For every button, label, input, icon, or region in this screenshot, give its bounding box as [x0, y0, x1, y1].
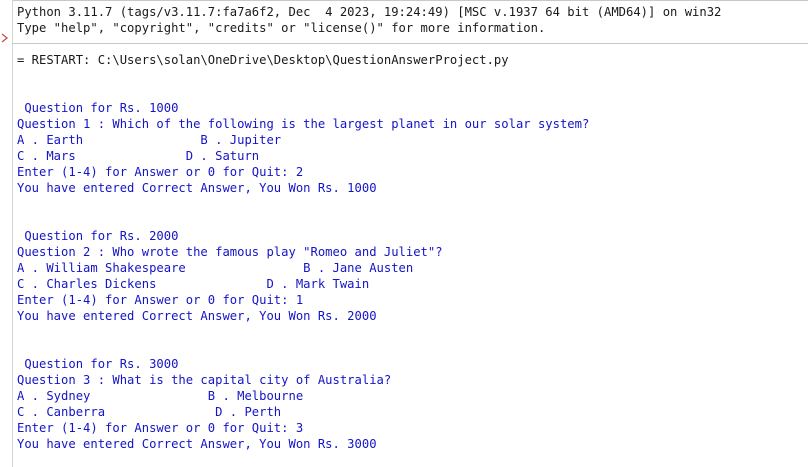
banner-line: Type "help", "copyright", "credits" or "…: [17, 21, 546, 35]
options-row: C . Mars D . Saturn: [17, 149, 260, 163]
question-heading: Question for Rs. 1000: [17, 101, 179, 115]
result-line: You have entered Correct Answer, You Won…: [17, 309, 377, 323]
result-line: You have entered Correct Answer, You Won…: [17, 437, 377, 451]
answer-prompt: Enter (1-4) for Answer or 0 for Quit: 2: [17, 165, 304, 179]
options-row: C . Canberra D . Perth: [17, 405, 282, 419]
banner-line: Python 3.11.7 (tags/v3.11.7:fa7a6f2, Dec…: [17, 5, 722, 19]
options-row: A . Sydney B . Melbourne: [17, 389, 304, 403]
options-row: A . William Shakespeare B . Jane Austen: [17, 261, 414, 275]
result-line: You have entered Correct Answer, You Won…: [17, 181, 377, 195]
options-row: A . Earth B . Jupiter: [17, 133, 282, 147]
answer-prompt: Enter (1-4) for Answer or 0 for Quit: 3: [17, 421, 304, 435]
question-text: Question 2 : Who wrote the famous play "…: [17, 245, 443, 259]
python-shell-window[interactable]: Python 3.11.7 (tags/v3.11.7:fa7a6f2, Dec…: [0, 0, 808, 467]
answer-prompt: Enter (1-4) for Answer or 0 for Quit: 1: [17, 293, 304, 307]
question-heading: Question for Rs. 2000: [17, 229, 179, 243]
restart-line: = RESTART: C:\Users\solan\OneDrive\Deskt…: [17, 53, 509, 67]
shell-text-area[interactable]: Python 3.11.7 (tags/v3.11.7:fa7a6f2, Dec…: [17, 0, 808, 467]
gutter-divider: [12, 0, 13, 467]
shell-gutter: [0, 0, 12, 467]
prompt-arrow-icon: [1, 33, 9, 43]
question-text: Question 1 : Which of the following is t…: [17, 117, 590, 131]
question-text: Question 3 : What is the capital city of…: [17, 373, 392, 387]
question-heading: Question for Rs. 3000: [17, 357, 179, 371]
options-row: C . Charles Dickens D . Mark Twain: [17, 277, 370, 291]
